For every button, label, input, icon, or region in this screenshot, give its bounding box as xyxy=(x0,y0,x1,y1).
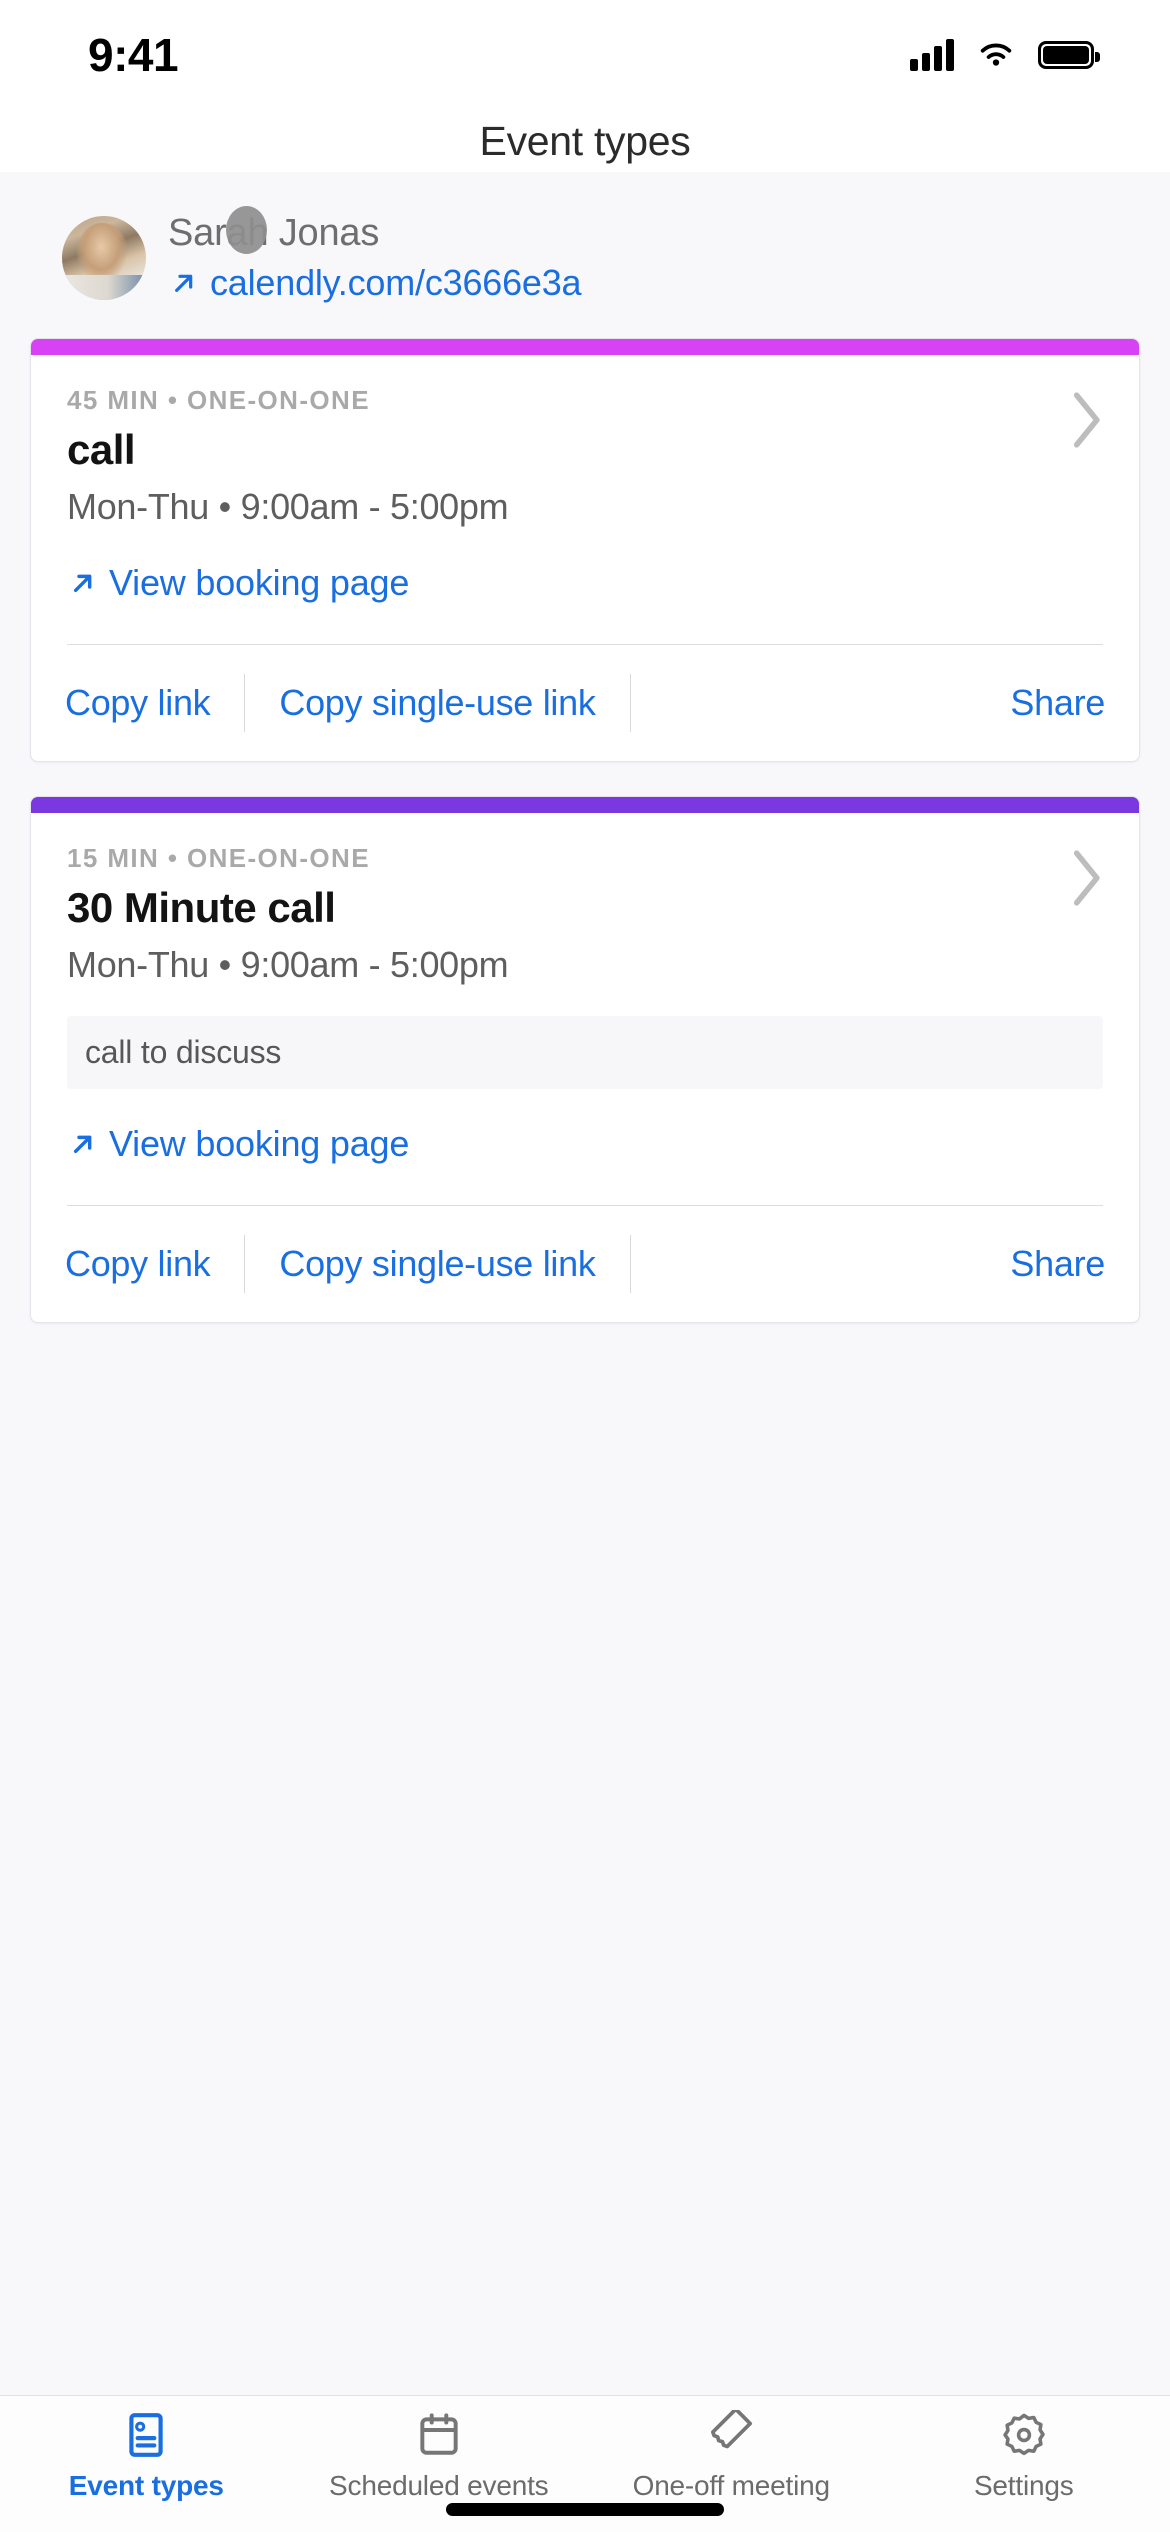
ticket-tag-icon xyxy=(711,2410,753,2449)
action-separator xyxy=(244,1234,246,1293)
nav-header: Event types xyxy=(0,110,1170,172)
view-booking-page-label: View booking page xyxy=(109,1122,410,1164)
copy-link-button[interactable]: Copy link xyxy=(65,1243,211,1285)
calendar-icon xyxy=(420,2413,458,2455)
copy-link-button[interactable]: Copy link xyxy=(65,682,211,724)
card-meta: 15 MIN • ONE-ON-ONE xyxy=(67,842,370,873)
action-separator xyxy=(629,673,631,732)
content-area: Sarah Jonas calendly.com/c3666e3a 45 MIN… xyxy=(0,172,1170,2395)
profile-link-text[interactable]: calendly.com/c3666e3a xyxy=(210,262,582,304)
tab-label: Settings xyxy=(973,2470,1074,2501)
card-title: call xyxy=(67,425,136,473)
event-types-card-icon xyxy=(129,2413,163,2457)
share-button[interactable]: Share xyxy=(1010,682,1105,724)
card-actions: Copy link Copy single-use link Share xyxy=(31,1206,1139,1322)
external-link-arrow-icon xyxy=(73,574,92,592)
external-link-arrow-icon xyxy=(175,274,193,292)
bottom-tab-bar: Event types Scheduled events One-off mee… xyxy=(0,2395,1170,2532)
copy-single-use-link-button[interactable]: Copy single-use link xyxy=(279,1243,595,1285)
avatar xyxy=(62,215,146,300)
tab-scheduled-events[interactable]: Scheduled events xyxy=(293,2410,586,2503)
card-schedule: Mon-Thu • 9:00am - 5:00pm xyxy=(67,485,509,527)
card-description: call to discuss xyxy=(67,1015,1103,1089)
card-actions: Copy link Copy single-use link Share xyxy=(31,645,1139,761)
card-meta: 45 MIN • ONE-ON-ONE xyxy=(67,384,370,415)
share-button[interactable]: Share xyxy=(1010,1243,1105,1285)
card-title: 30 Minute call xyxy=(67,883,336,931)
page-title: Event types xyxy=(479,117,691,164)
cellular-signal-icon xyxy=(910,39,954,71)
tab-label: Event types xyxy=(68,2470,224,2501)
profile-section: Sarah Jonas calendly.com/c3666e3a xyxy=(0,172,1170,304)
gear-icon xyxy=(1003,2413,1045,2456)
copy-single-use-link-button[interactable]: Copy single-use link xyxy=(279,682,595,724)
tab-event-types[interactable]: Event types xyxy=(0,2410,293,2503)
tab-one-off-meeting[interactable]: One-off meeting xyxy=(585,2410,878,2503)
external-link-arrow-icon xyxy=(73,1135,92,1153)
status-bar-icons xyxy=(910,39,1100,71)
battery-icon xyxy=(1038,41,1100,69)
card-body: 45 MIN • ONE-ON-ONE call Mon-Thu • 9:00a… xyxy=(31,355,1139,528)
status-bar: 9:41 xyxy=(0,0,1170,110)
chevron-right-icon[interactable] xyxy=(1067,847,1105,909)
view-booking-page-link[interactable]: View booking page xyxy=(31,1089,1139,1205)
status-bar-time: 9:41 xyxy=(88,29,179,81)
tab-label: One-off meeting xyxy=(632,2470,830,2501)
home-indicator xyxy=(446,2503,724,2516)
tab-settings[interactable]: Settings xyxy=(878,2410,1170,2503)
profile-link-row[interactable]: calendly.com/c3666e3a xyxy=(168,262,582,304)
action-separator xyxy=(244,673,246,732)
action-separator xyxy=(629,1234,631,1293)
tab-label: Scheduled events xyxy=(329,2470,549,2501)
card-color-bar xyxy=(31,338,1139,355)
event-type-card[interactable]: 15 MIN • ONE-ON-ONE 30 Minute call Mon-T… xyxy=(30,795,1140,1323)
touch-pointer-indicator xyxy=(226,206,267,254)
event-type-card[interactable]: 45 MIN • ONE-ON-ONE call Mon-Thu • 9:00a… xyxy=(30,337,1140,762)
phone-screen: 9:41 Event types Sarah Jonas calendly.co… xyxy=(0,0,1170,2532)
card-body: 15 MIN • ONE-ON-ONE 30 Minute call Mon-T… xyxy=(31,813,1139,1089)
card-schedule: Mon-Thu • 9:00am - 5:00pm xyxy=(67,943,509,985)
view-booking-page-link[interactable]: View booking page xyxy=(31,528,1139,644)
chevron-right-icon[interactable] xyxy=(1067,389,1105,451)
view-booking-page-label: View booking page xyxy=(109,561,410,603)
card-color-bar xyxy=(31,796,1139,813)
wifi-icon xyxy=(980,43,1012,66)
